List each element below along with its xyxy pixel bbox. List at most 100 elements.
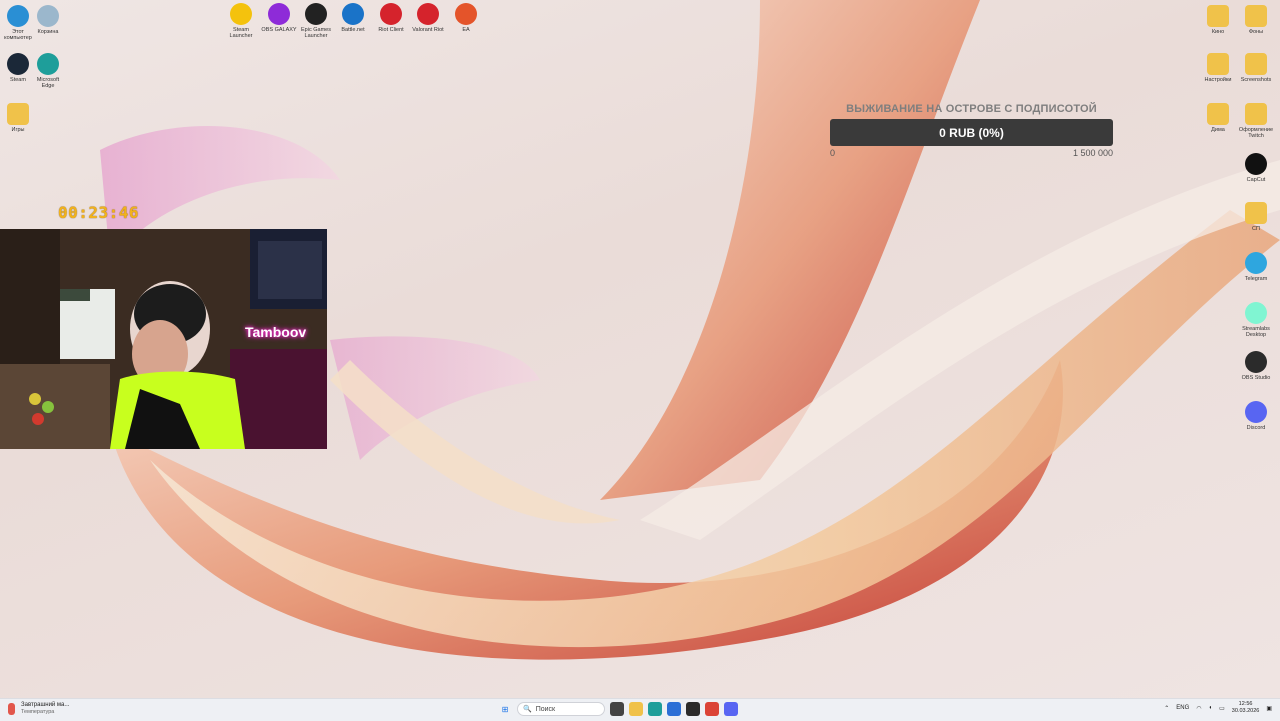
search-icon: 🔍	[523, 706, 532, 713]
battery-icon[interactable]: ▭	[1219, 705, 1225, 712]
desktop-shortcut[interactable]: Streamlabs Desktop	[1238, 302, 1274, 338]
start-button[interactable]: ⊞	[498, 702, 512, 716]
search-placeholder: Поиск	[535, 705, 556, 713]
desktop-shortcut-label: Дима	[1211, 127, 1225, 133]
discord-icon	[1245, 401, 1267, 423]
desktop-shortcut[interactable]: Epic Games Launcher	[298, 3, 334, 39]
desktop-shortcut-label: Настройки	[1204, 77, 1232, 83]
valorant-icon	[417, 3, 439, 25]
desktop-shortcut-label: OBS GALAXY	[261, 27, 297, 33]
desktop-shortcut[interactable]: Microsoft Edge	[30, 53, 66, 89]
steam-icon	[7, 53, 29, 75]
desktop-shortcut-label: Discord	[1246, 425, 1266, 431]
volume-icon[interactable]: ◖	[1209, 705, 1213, 711]
battlenet-icon	[342, 3, 364, 25]
goal-max: 1 500 000	[1072, 148, 1113, 158]
donation-goal-widget: ВЫЖИВАНИЕ НА ОСТРОВЕ С ПОДПИСОТОЙ 0 RUB …	[830, 103, 1113, 158]
desktop-shortcut-label: Microsoft Edge	[36, 77, 60, 89]
goal-title: ВЫЖИВАНИЕ НА ОСТРОВЕ С ПОДПИСОТОЙ	[846, 103, 1097, 115]
desktop-shortcut[interactable]: Steam Launcher	[223, 3, 259, 39]
chrome-button[interactable]	[705, 702, 719, 716]
obs-button[interactable]	[686, 702, 700, 716]
desktop-shortcut-label: Кино	[1211, 29, 1225, 35]
chevron-up-icon[interactable]: ⌃	[1164, 705, 1169, 712]
store-button[interactable]	[667, 702, 681, 716]
folder-icon	[7, 103, 29, 125]
goal-amount: 0 RUB (0%)	[939, 125, 1004, 140]
edge-icon	[37, 53, 59, 75]
weather-title: Завтрашний ма...	[21, 702, 70, 708]
desktop-shortcut-label: Streamlabs Desktop	[1242, 326, 1270, 338]
desktop-shortcut[interactable]: Настройки	[1200, 53, 1236, 83]
clock-date: 30.03.2026	[1231, 708, 1260, 714]
recycle-bin-icon	[37, 5, 59, 27]
file-explorer-button[interactable]	[629, 702, 643, 716]
galaxy-icon	[268, 3, 290, 25]
desktop-shortcut[interactable]: Telegram	[1238, 252, 1274, 282]
dollar-icon	[230, 3, 252, 25]
desktop-shortcut[interactable]: OBS GALAXY	[261, 3, 297, 33]
desktop-shortcut[interactable]: Riot Client	[373, 3, 409, 33]
desktop-shortcut-label: Epic Games Launcher	[301, 27, 331, 39]
discord-taskbar-button[interactable]	[724, 702, 738, 716]
thermometer-icon	[8, 703, 15, 715]
stream-timer: 00:23:46	[58, 203, 140, 222]
desktop-shortcut[interactable]: Дима	[1200, 103, 1236, 133]
folder-icon	[1207, 103, 1229, 125]
desktop-shortcut-label: Screenshots	[1240, 77, 1272, 83]
desktop-shortcut[interactable]: Оформление Twitch	[1238, 103, 1274, 139]
edge-button[interactable]	[648, 702, 662, 716]
desktop-shortcut[interactable]: Valorant Riot	[410, 3, 446, 33]
desktop-shortcut[interactable]: EA	[448, 3, 484, 33]
desktop-shortcut[interactable]: Screenshots	[1238, 53, 1274, 83]
weather-subtitle: Температура	[21, 709, 55, 715]
desktop-shortcut-label: Корзина	[37, 29, 59, 35]
desktop-shortcut[interactable]: Battle.net	[335, 3, 371, 33]
webcam-overlay: Tamboov	[0, 229, 327, 449]
epic-icon	[305, 3, 327, 25]
desktop-shortcut[interactable]: Игры	[0, 103, 36, 133]
search-box[interactable]: 🔍 Поиск	[517, 702, 605, 716]
desktop-shortcut-label: Valorant Riot	[412, 27, 444, 33]
desktop-shortcut[interactable]: СП	[1238, 202, 1274, 232]
desktop-shortcut-label: Riot Client	[378, 27, 404, 33]
notification-icon[interactable]: ▣	[1266, 705, 1272, 712]
desktop-shortcut[interactable]: CapCut	[1238, 153, 1274, 183]
taskbar: Завтрашний ма... Температура ⊞ 🔍 Поиск ⌃…	[0, 698, 1280, 721]
goal-min: 0	[830, 148, 836, 158]
telegram-icon	[1245, 252, 1267, 274]
capcut-icon	[1245, 153, 1267, 175]
desktop-shortcut[interactable]: OBS Studio	[1238, 351, 1274, 381]
streamlabs-icon	[1245, 302, 1267, 324]
clock-time: 12:56	[1238, 701, 1253, 707]
desktop-shortcut-label: Battle.net	[341, 27, 365, 33]
clock[interactable]: 12:56 30.03.2026	[1232, 701, 1260, 715]
system-tray: ⌃ ENG ◠ ◖ ▭ 12:56 30.03.2026 ▣	[1164, 701, 1272, 715]
ea-icon	[455, 3, 477, 25]
folder-icon	[1207, 5, 1229, 27]
desktop-shortcut-label: CapCut	[1246, 177, 1266, 183]
folder-icon	[1207, 53, 1229, 75]
desktop-shortcut-label: EA	[462, 27, 470, 33]
desktop-shortcut[interactable]: Корзина	[30, 5, 66, 35]
task-view-button[interactable]	[610, 702, 624, 716]
wifi-icon[interactable]: ◠	[1196, 705, 1201, 712]
language-indicator[interactable]: ENG	[1176, 705, 1189, 711]
desktop-shortcut-label: СП	[1252, 226, 1260, 232]
folder-icon	[1245, 202, 1267, 224]
folder-icon	[1245, 5, 1267, 27]
computer-icon	[7, 5, 29, 27]
riot-icon	[380, 3, 402, 25]
desktop-shortcut[interactable]: Кино	[1200, 5, 1236, 35]
desktop-shortcut-label: Игры	[11, 127, 25, 133]
desktop-shortcut-label: OBS Studio	[1241, 375, 1271, 381]
desktop-shortcut-label: Фоны	[1248, 29, 1264, 35]
goal-progress-bar: 0 RUB (0%)	[830, 119, 1113, 146]
obs-icon	[1245, 351, 1267, 373]
desktop-shortcut[interactable]: Фоны	[1238, 5, 1274, 35]
desktop-shortcut[interactable]: Discord	[1238, 401, 1274, 431]
webcam-name-label: Tamboov	[245, 324, 307, 340]
desktop-shortcut-label: Оформление Twitch	[1238, 127, 1274, 139]
folder-icon	[1245, 53, 1267, 75]
weather-widget[interactable]: Завтрашний ма... Температура	[8, 702, 69, 716]
